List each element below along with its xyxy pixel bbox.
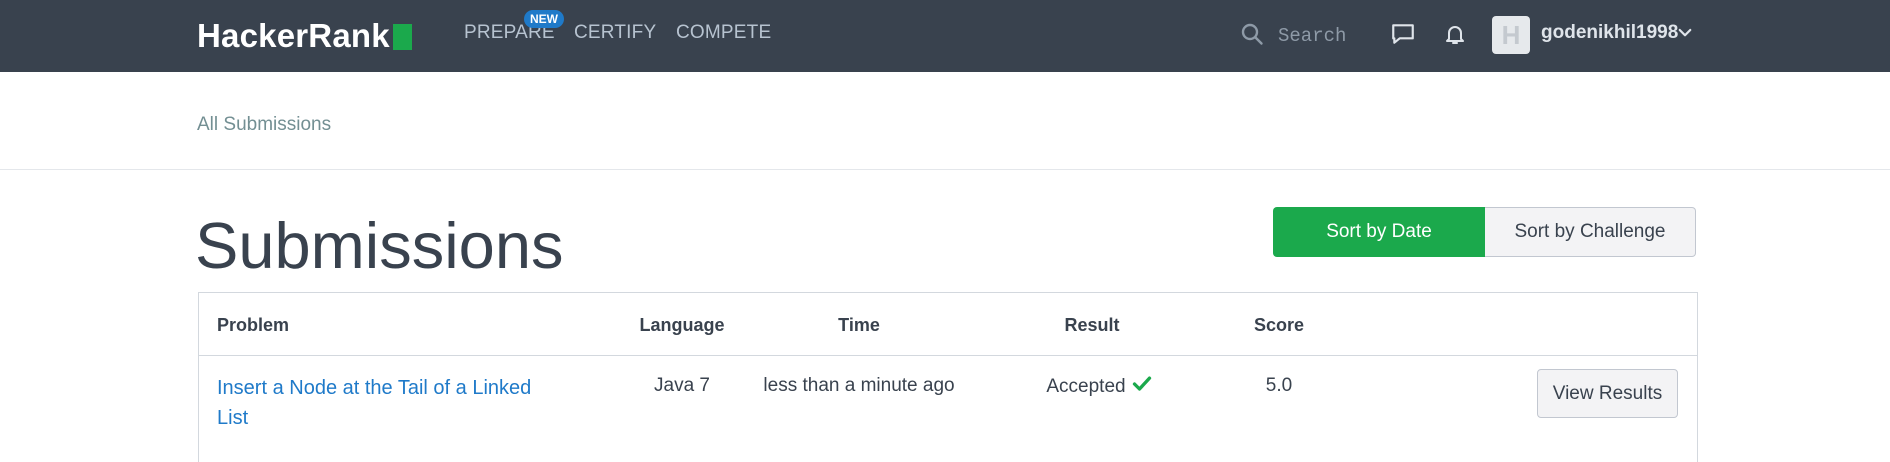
notifications-button[interactable] [1439, 20, 1471, 52]
breadcrumb[interactable]: All Submissions [197, 114, 331, 136]
sort-by-date-button[interactable]: Sort by Date [1273, 207, 1485, 257]
breadcrumb-bar: All Submissions [0, 72, 1890, 170]
new-badge: NEW [524, 10, 564, 28]
logo-mark [392, 24, 412, 50]
avatar-letter: H [1501, 19, 1521, 50]
hackerrank-logo[interactable]: HackerRank [197, 17, 412, 54]
messages-button[interactable] [1387, 20, 1419, 52]
sort-by-challenge-button[interactable]: Sort by Challenge [1485, 207, 1696, 257]
result-text: Accepted [1046, 376, 1126, 397]
table-header: Problem Language Time Result Score [199, 293, 1697, 356]
check-icon [1126, 375, 1152, 399]
nav-compete[interactable]: COMPETE [676, 22, 771, 48]
search-box[interactable] [1240, 20, 1380, 52]
result-cell: Accepted [1019, 375, 1179, 399]
page-title: Submissions [195, 209, 564, 282]
header-score: Score [1253, 315, 1305, 335]
problem-link[interactable]: Insert a Node at the Tail of a Linked Li… [217, 373, 567, 433]
top-navbar: HackerRank PREPARE NEW CERTIFY COMPETE S… [0, 0, 1890, 72]
language-cell: Java 7 [654, 375, 710, 396]
search-input[interactable] [1278, 25, 1378, 47]
header-problem: Problem [217, 315, 290, 335]
chevron-down-icon[interactable] [1676, 24, 1694, 42]
header-result: Result [1064, 315, 1120, 335]
search-icon [1240, 22, 1264, 51]
nav-certify[interactable]: CERTIFY [574, 22, 656, 48]
time-cell: less than a minute ago [763, 375, 955, 396]
header-time: Time [838, 315, 880, 335]
chat-icon [1390, 21, 1416, 52]
submissions-table: Problem Language Time Result Score Inser… [198, 292, 1698, 462]
sort-toggle: Sort by Date Sort by Challenge [1273, 207, 1696, 257]
table-row: Insert a Node at the Tail of a Linked Li… [199, 357, 1697, 457]
logo-text: HackerRank [197, 17, 390, 54]
avatar[interactable]: H [1492, 16, 1530, 54]
header-language: Language [639, 315, 725, 335]
view-results-button[interactable]: View Results [1537, 369, 1678, 418]
score-cell: 5.0 [1265, 375, 1293, 396]
bell-icon [1443, 22, 1467, 51]
username[interactable]: godenikhil1998 [1541, 22, 1678, 44]
